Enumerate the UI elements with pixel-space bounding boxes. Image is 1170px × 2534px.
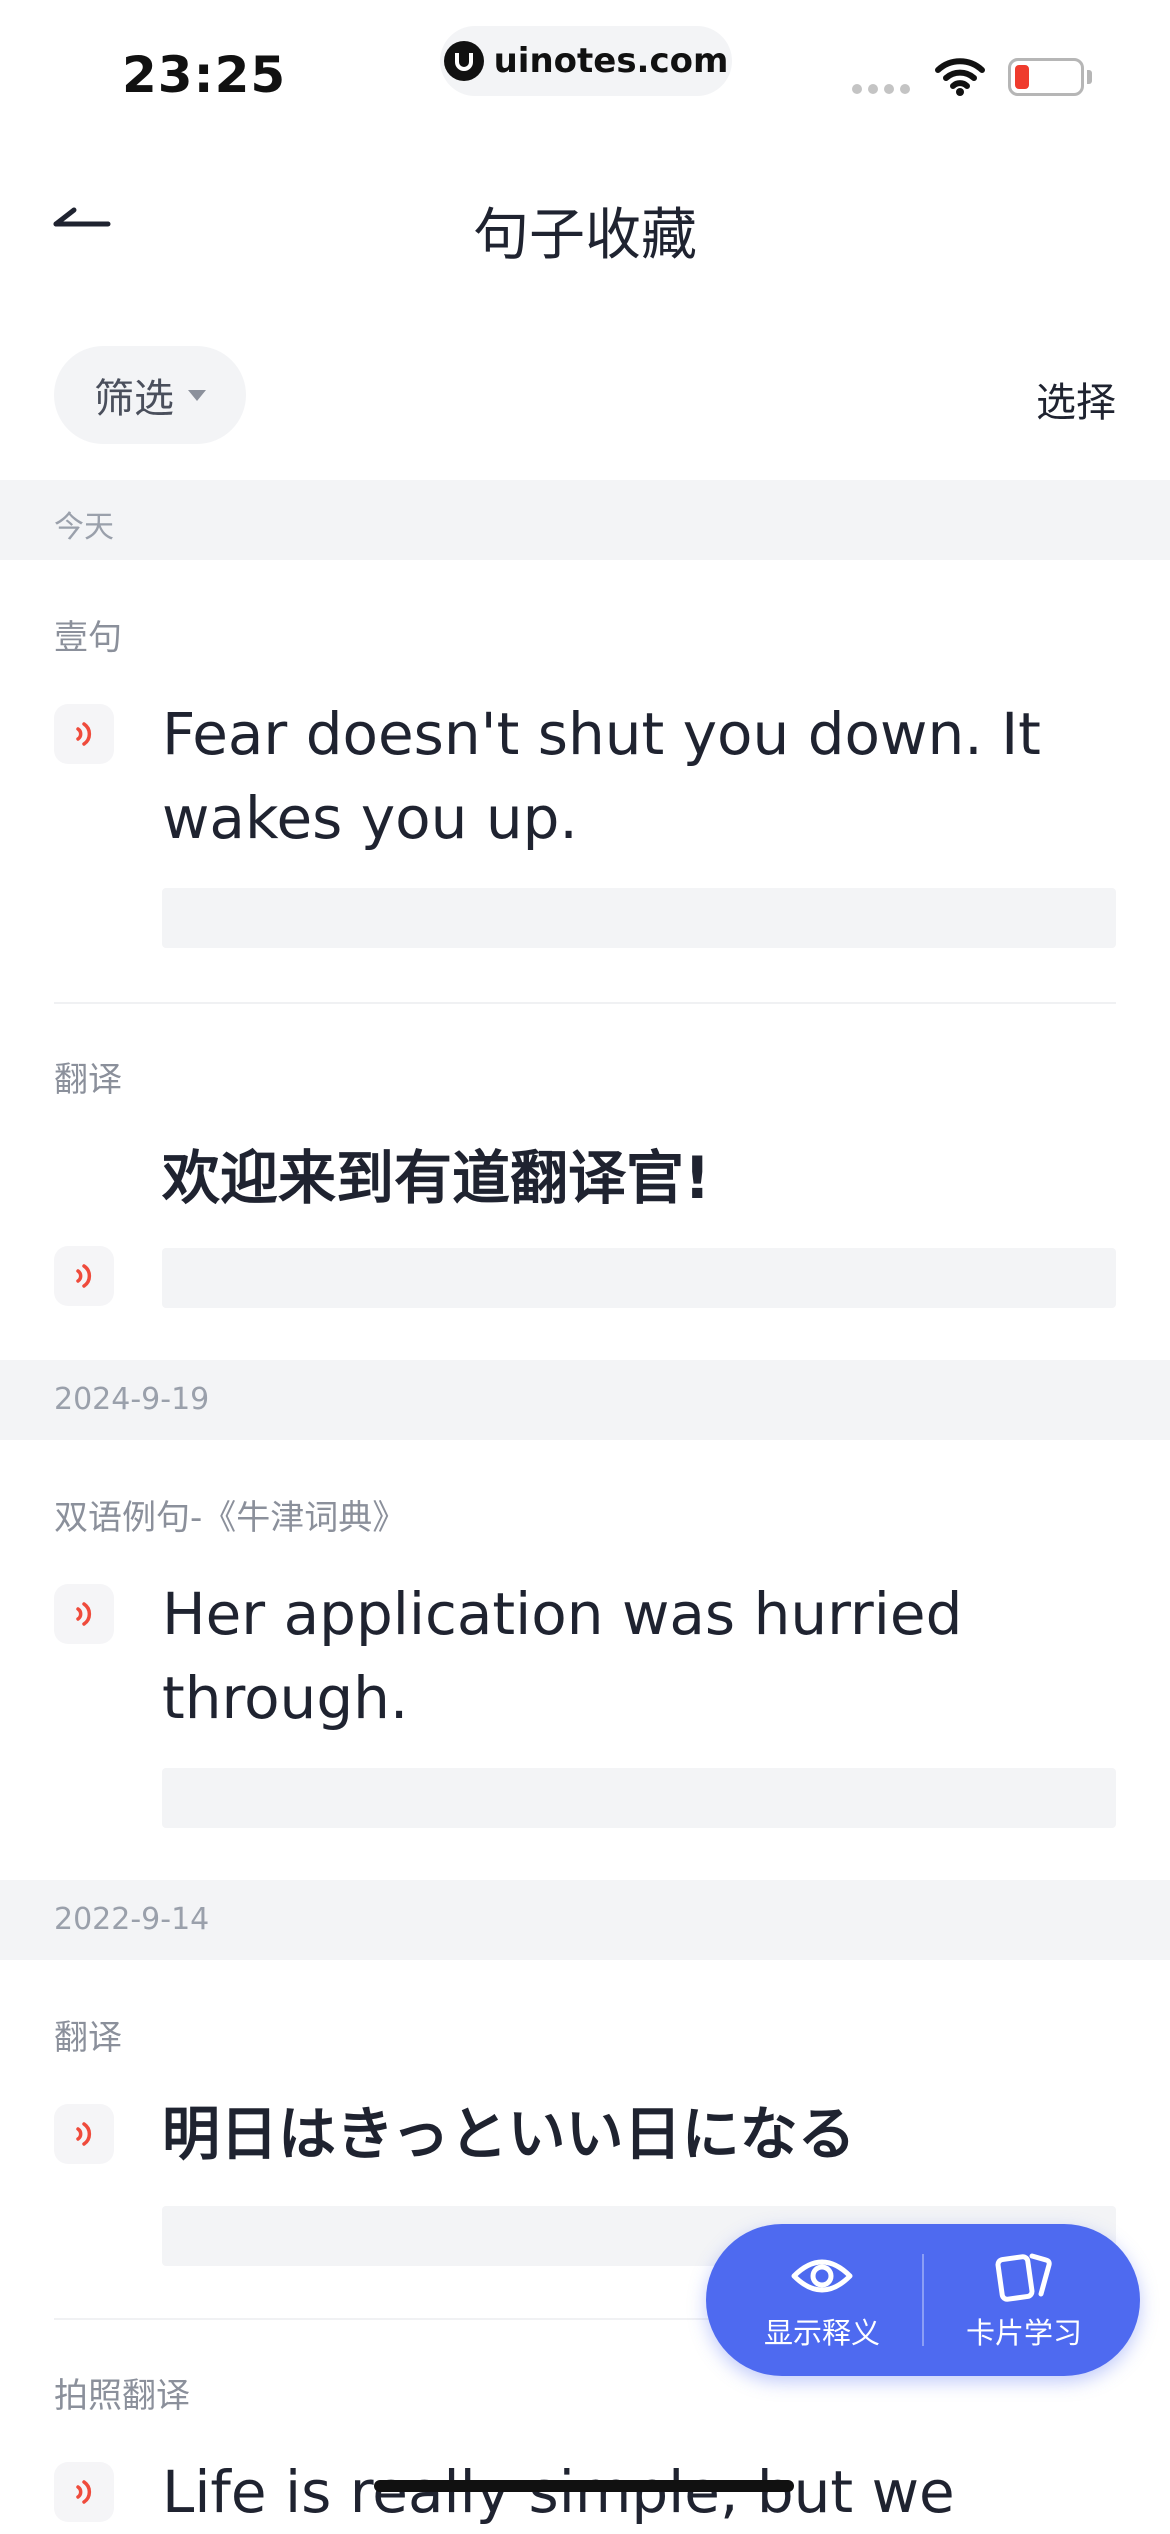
meaning-placeholder[interactable] — [162, 888, 1116, 948]
play-sound-button[interactable] — [54, 1584, 114, 1644]
play-sound-button[interactable] — [54, 2104, 114, 2164]
card-study-button[interactable]: 卡片学习 — [924, 2224, 1124, 2376]
sentence-category: 双语例句-《牛津词典》 — [54, 1498, 407, 1538]
sentence-text[interactable]: Life is really simple, but we — [162, 2450, 1122, 2534]
sentence-text[interactable]: Her application was hurried through. — [162, 1572, 1122, 1740]
sentence-line: wakes you up. — [162, 784, 578, 852]
battery-tip — [1087, 70, 1092, 84]
date-label: 今天 — [54, 510, 114, 545]
select-button[interactable]: 选择 — [1036, 370, 1116, 428]
status-bar: 23:25 uinotes.com — [0, 0, 1170, 140]
date-header: 今天 — [0, 480, 1170, 560]
sentence-category: 翻译 — [54, 1060, 122, 1100]
caret-down-icon — [188, 389, 206, 401]
battery-icon — [1008, 58, 1084, 96]
floating-action-bar: 显示释义 卡片学习 — [706, 2224, 1140, 2376]
play-sound-button[interactable] — [54, 2462, 114, 2522]
page-title: 句子收藏 — [473, 203, 697, 268]
sentence-text[interactable]: Fear doesn't shut you down. It wakes you… — [162, 692, 1122, 860]
sentence-text[interactable]: 欢迎来到有道翻译官! — [162, 1136, 1122, 1220]
play-sound-button[interactable] — [54, 704, 114, 764]
show-meaning-button[interactable]: 显示释义 — [722, 2224, 922, 2376]
sentence-category: 翻译 — [54, 2018, 122, 2058]
play-sound-button[interactable] — [54, 1246, 114, 1306]
sentence-line: Her application was hurried — [162, 1580, 963, 1648]
filter-button[interactable]: 筛选 — [54, 346, 246, 444]
wifi-icon — [935, 58, 985, 96]
sentence-category: 拍照翻译 — [54, 2376, 190, 2416]
show-meaning-label: 显示释义 — [763, 2316, 880, 2350]
status-time: 23:25 — [122, 46, 287, 104]
date-label: 2024-9-19 — [54, 1382, 210, 1417]
sentence-line: through. — [162, 1664, 409, 1732]
sound-icon — [76, 722, 92, 746]
sound-icon — [76, 1264, 92, 1288]
sentence-category: 壹句 — [54, 618, 122, 658]
cards-icon — [995, 2253, 1052, 2302]
url-pill[interactable]: uinotes.com — [440, 26, 732, 96]
nav-bar: 句子收藏 — [0, 140, 1170, 310]
eye-icon — [791, 2259, 853, 2293]
meaning-placeholder[interactable] — [162, 1768, 1116, 1828]
card-study-label: 卡片学习 — [965, 2316, 1082, 2350]
date-header: 2024-9-19 — [0, 1360, 1170, 1440]
filter-label: 筛选 — [94, 376, 174, 422]
site-logo-icon — [443, 41, 484, 81]
sound-icon — [76, 2122, 92, 2146]
meaning-placeholder[interactable] — [162, 1248, 1116, 1308]
date-label: 2022-9-14 — [54, 1902, 210, 1937]
date-header: 2022-9-14 — [0, 1880, 1170, 1960]
sentence-text[interactable]: 明日はきっといい日になる — [162, 2092, 1122, 2176]
url-text: uinotes.com — [493, 41, 729, 81]
cellular-signal-icon — [852, 84, 910, 94]
strikethrough-mark — [374, 2480, 794, 2492]
sentence-line: Fear doesn't shut you down. It — [162, 700, 1041, 768]
divider — [54, 1002, 1116, 1004]
sound-icon — [76, 2480, 92, 2504]
sound-icon — [76, 1602, 92, 1626]
filter-row: 筛选 选择 — [0, 340, 1170, 450]
